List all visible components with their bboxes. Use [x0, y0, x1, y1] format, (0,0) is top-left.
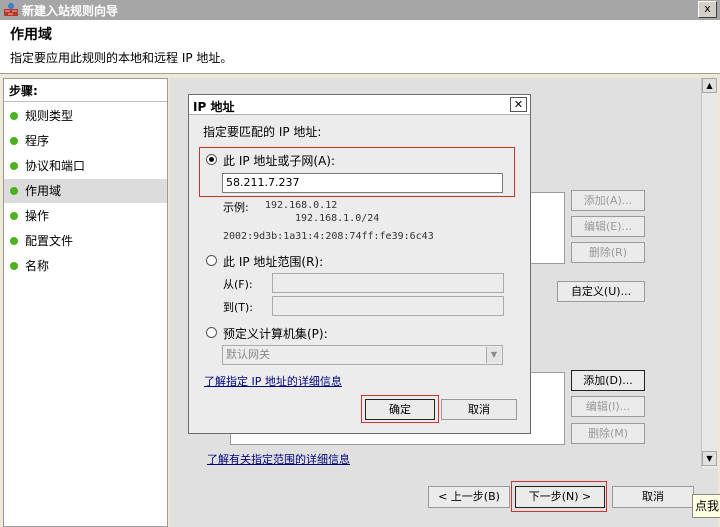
ip-address-dialog: IP 地址 ✕ 指定要匹配的 IP 地址: 此 IP 地址或子网(A): 58.… [188, 94, 531, 434]
window-close-button[interactable]: x [698, 1, 717, 18]
step-scope[interactable]: 作用域 [4, 179, 167, 203]
example-ipv6: 2002:9d3b:1a31:4:208:74ff:fe39:6c43 [223, 231, 434, 242]
dialog-title: IP 地址 [193, 100, 235, 114]
range-radio[interactable] [206, 255, 217, 266]
scroll-up-icon[interactable]: ▲ [702, 78, 717, 93]
subnet-radio[interactable] [206, 154, 217, 165]
ip-help-link[interactable]: 了解指定 IP 地址的详细信息 [204, 373, 342, 389]
step-label: 操作 [25, 209, 50, 223]
step-label: 作用域 [25, 184, 62, 198]
step-bullet-icon [10, 187, 18, 195]
remote-delete-button[interactable]: 删除(M) [571, 423, 645, 444]
next-button[interactable]: 下一步(N) > [515, 486, 605, 508]
remote-edit-button[interactable]: 编辑(I)... [571, 396, 645, 417]
step-protocol-port[interactable]: 协议和端口 [4, 154, 167, 178]
customize-button[interactable]: 自定义(U)... [557, 281, 645, 302]
local-delete-button[interactable]: 删除(R) [571, 242, 645, 263]
step-bullet-icon [10, 237, 18, 245]
cancel-button[interactable]: 取消 [612, 486, 694, 508]
dialog-title-bar: IP 地址 ✕ [189, 95, 530, 115]
from-label: 从(F): [223, 278, 253, 291]
local-add-button[interactable]: 添加(A)... [571, 190, 645, 211]
radio-checked-dot [209, 157, 214, 162]
local-edit-button[interactable]: 编辑(E)... [571, 216, 645, 237]
to-label: 到(T): [223, 301, 254, 314]
step-label: 规则类型 [25, 109, 74, 123]
step-name[interactable]: 名称 [4, 254, 167, 278]
divider [4, 101, 167, 102]
tooltip: 点我 [692, 494, 720, 518]
dialog-cancel-button[interactable]: 取消 [441, 399, 517, 420]
example-label: 示例: [223, 201, 249, 214]
scope-help-link[interactable]: 了解有关指定范围的详细信息 [207, 451, 350, 467]
window-title-bar: 新建入站规则向导 x [0, 0, 720, 20]
main-scrollbar[interactable]: ▲ ▼ [701, 78, 718, 468]
predefined-radio[interactable] [206, 327, 217, 338]
subnet-option-label: 此 IP 地址或子网(A): [223, 154, 336, 168]
step-label: 协议和端口 [25, 159, 86, 173]
step-bullet-icon [10, 212, 18, 220]
local-ip-list[interactable] [530, 192, 565, 264]
example-subnet: 192.168.1.0/24 [295, 213, 380, 224]
example-ip: 192.168.0.12 [265, 200, 338, 211]
steps-heading: 步骤: [9, 84, 38, 98]
window-title: 新建入站规则向导 [22, 4, 119, 18]
step-program[interactable]: 程序 [4, 129, 167, 153]
predefined-select[interactable]: 默认网关 ▼ [222, 345, 503, 365]
page-subtitle: 指定要应用此规则的本地和远程 IP 地址。 [10, 51, 233, 65]
ok-button[interactable]: 确定 [365, 399, 435, 420]
step-label: 名称 [25, 259, 50, 273]
subnet-input[interactable]: 58.211.7.237 [222, 173, 503, 193]
range-option-label: 此 IP 地址范围(R): [223, 255, 324, 269]
page-title: 作用域 [10, 27, 52, 43]
predefined-option-label: 预定义计算机集(P): [223, 327, 328, 341]
remote-add-button[interactable]: 添加(D)... [571, 370, 645, 391]
step-rule-type[interactable]: 规则类型 [4, 104, 167, 128]
predefined-selected-value: 默认网关 [226, 348, 270, 361]
step-action[interactable]: 操作 [4, 204, 167, 228]
step-label: 程序 [25, 134, 50, 148]
step-profile[interactable]: 配置文件 [4, 229, 167, 253]
step-bullet-icon [10, 162, 18, 170]
range-from-input[interactable] [272, 273, 504, 293]
dialog-close-icon[interactable]: ✕ [510, 97, 527, 112]
step-bullet-icon [10, 112, 18, 120]
steps-pane: 步骤: 规则类型 程序 协议和端口 作用域 操作 配置文件 名称 [3, 78, 168, 527]
firewall-icon [4, 3, 18, 16]
chevron-down-icon[interactable]: ▼ [486, 347, 501, 363]
dialog-prompt: 指定要匹配的 IP 地址: [203, 125, 322, 139]
scroll-down-icon[interactable]: ▼ [702, 451, 717, 466]
wizard-header: 作用域 指定要应用此规则的本地和远程 IP 地址。 [0, 20, 720, 74]
step-bullet-icon [10, 262, 18, 270]
step-bullet-icon [10, 137, 18, 145]
range-to-input[interactable] [272, 296, 504, 316]
back-button[interactable]: < 上一步(B) [428, 486, 510, 508]
step-label: 配置文件 [25, 234, 74, 248]
